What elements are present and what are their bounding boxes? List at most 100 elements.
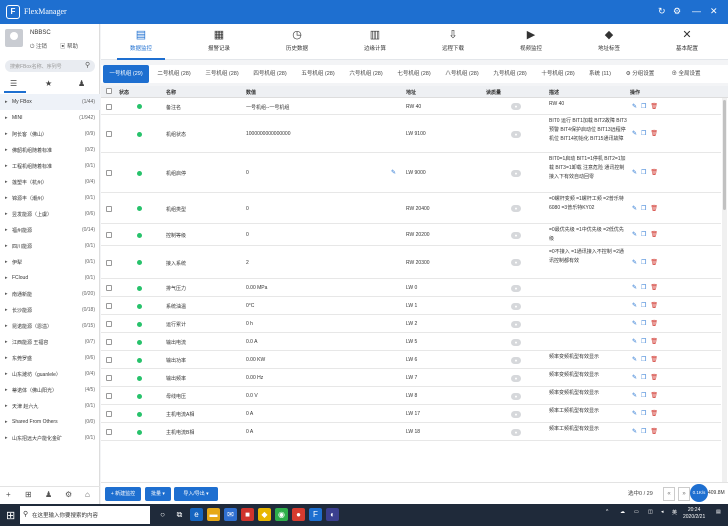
scrollbar-thumb[interactable] (723, 100, 726, 210)
row-checkbox[interactable] (106, 357, 112, 363)
person-icon[interactable]: ♟ (45, 490, 52, 499)
edit-icon[interactable]: ✎ (632, 131, 637, 137)
edit-icon[interactable]: ✎ (632, 357, 637, 363)
expand-icon[interactable]: ▸ (5, 403, 8, 409)
tree-item[interactable]: ▸ 山东招远大户能化金矿 (0/1) (0, 430, 100, 446)
expand-icon[interactable]: ▸ (5, 227, 8, 233)
tree-item[interactable]: ▸ MINI (1/942) (0, 110, 100, 126)
tab-1[interactable]: 二号机组 (28) (151, 65, 197, 83)
delete-icon[interactable]: 🗑 (650, 260, 658, 266)
row-value[interactable]: 一号机组--一号机组 (246, 104, 289, 111)
tab-5[interactable]: 六号机组 (28) (343, 65, 389, 83)
tab-8[interactable]: 九号机组 (28) (487, 65, 533, 83)
prev-page-button[interactable]: « (663, 487, 675, 501)
import-export-button[interactable]: 导入/导出 ▾ (174, 487, 218, 501)
row-checkbox[interactable] (106, 131, 112, 137)
tab-4[interactable]: 五号机组 (28) (295, 65, 341, 83)
edit-icon[interactable]: ✎ (632, 411, 637, 417)
expand-icon[interactable]: ▸ (5, 131, 8, 137)
copy-icon[interactable]: ❐ (641, 206, 646, 212)
remote-download-button[interactable]: ⇩ 远程下载 (423, 26, 483, 58)
table-row[interactable]: 主机电流B相 0 A LW 18 ● 频率工频机型有效显示 ✎ ❐ 🗑 (101, 423, 721, 441)
tree-item[interactable]: ▸ 东莞罗盛 (0/6) (0, 350, 100, 366)
tab-7[interactable]: 八号机组 (28) (439, 65, 485, 83)
row-value[interactable]: 1000000000000000 (246, 131, 291, 137)
table-row[interactable]: 输出电流 0.0 A LW 5 ● ✎ ❐ 🗑 (101, 333, 721, 351)
folder-icon[interactable]: ▬ (207, 508, 220, 521)
user-icon[interactable]: ♟ (78, 79, 85, 88)
delete-icon[interactable]: 🗑 (650, 170, 658, 176)
delete-icon[interactable]: 🗑 (650, 411, 658, 417)
row-checkbox[interactable] (106, 303, 112, 309)
edit-icon[interactable]: ✎ (632, 232, 637, 238)
minimize-icon[interactable]: — (692, 6, 701, 16)
help-link[interactable]: ▣ 帮助 (60, 42, 78, 50)
row-checkbox[interactable] (106, 232, 112, 238)
notification-icon[interactable]: ▤ (716, 509, 721, 515)
expand-icon[interactable]: ▸ (5, 275, 8, 281)
row-checkbox[interactable] (106, 375, 112, 381)
row-checkbox[interactable] (106, 393, 112, 399)
expand-icon[interactable]: ▸ (5, 387, 8, 393)
row-value[interactable]: 0 A (246, 429, 253, 435)
tab-11[interactable]: ⚙ 分组设置 (619, 65, 661, 83)
tree-item[interactable]: ▸ 锦源丰（潮州） (0/1) (0, 190, 100, 206)
batch-button[interactable]: 批量 ▾ (145, 487, 171, 501)
refresh-icon[interactable]: ↻ (658, 6, 666, 16)
expand-icon[interactable]: ▸ (5, 99, 8, 105)
delete-icon[interactable]: 🗑 (650, 206, 658, 212)
table-row[interactable]: 母线电压 0.0 V LW 8 ● 频率变频机型有效显示 ✎ ❐ 🗑 (101, 387, 721, 405)
tree-item[interactable]: ▸ 工程机组随着标准 (0/1) (0, 158, 100, 174)
expand-icon[interactable]: ▸ (5, 163, 8, 169)
tree-item[interactable]: ▸ 天津 赵六九 (0/1) (0, 398, 100, 414)
delete-icon[interactable]: 🗑 (650, 303, 658, 309)
tree-item[interactable]: ▸ 伊犁 (0/1) (0, 254, 100, 270)
row-checkbox[interactable] (106, 429, 112, 435)
edit-icon[interactable]: ✎ (632, 339, 637, 345)
edge-icon[interactable]: e (190, 508, 203, 521)
delete-icon[interactable]: 🗑 (650, 393, 658, 399)
row-checkbox[interactable] (106, 321, 112, 327)
tree-item[interactable]: ▸ 山东潍坊（guanlele） (0/4) (0, 366, 100, 382)
row-checkbox[interactable] (106, 411, 112, 417)
delete-icon[interactable]: 🗑 (650, 357, 658, 363)
tab-3[interactable]: 四号机组 (28) (247, 65, 293, 83)
expand-icon[interactable]: ▸ (5, 323, 8, 329)
chrome-icon[interactable]: ◉ (275, 508, 288, 521)
search-icon[interactable]: ⚲ (85, 61, 90, 69)
expand-icon[interactable]: ▸ (5, 371, 8, 377)
expand-icon[interactable]: ▸ (5, 147, 8, 153)
edit-icon[interactable]: ✎ (632, 429, 637, 435)
delete-icon[interactable]: 🗑 (650, 131, 658, 137)
row-checkbox[interactable] (106, 205, 112, 212)
table-row[interactable]: 备注名 一号机组--一号机组 RW 40 ● RW 40 ✎ ❐ 🗑 (101, 98, 721, 115)
tray-arrow-icon[interactable]: ^ (606, 509, 608, 515)
tab-12[interactable]: ⊕ 全局设置 (663, 65, 709, 83)
expand-icon[interactable]: ▸ (5, 179, 8, 185)
grid-icon[interactable]: ⊞ (25, 490, 32, 499)
edit-icon[interactable]: ✎ (632, 260, 637, 266)
row-value[interactable]: 0.00 Hz (246, 375, 263, 381)
copy-icon[interactable]: ❐ (641, 170, 646, 176)
address-tags-button[interactable]: ◆ 地址标签 (579, 26, 639, 58)
tree-item[interactable]: ▸ 福州能源 (0/14) (0, 222, 100, 238)
expand-icon[interactable]: ▸ (5, 211, 8, 217)
tree-item[interactable]: ▸ Shared From Others (0/0) (0, 414, 100, 430)
tree-item[interactable]: ▸ FCloud (0/1) (0, 270, 100, 286)
edit-icon[interactable]: ✎ (632, 375, 637, 381)
star-icon[interactable]: ★ (45, 79, 52, 88)
windows-start-icon[interactable]: ⊞ (6, 509, 15, 522)
network-speed-badge[interactable]: 0.1K/s (690, 484, 708, 502)
tree-item[interactable]: ▸ My FBox (1/44) (0, 94, 100, 110)
row-value[interactable]: 0.0 V (246, 393, 258, 399)
table-row[interactable]: 排气压力 0.00 MPa LW 0 ● ✎ ❐ 🗑 (101, 279, 721, 297)
delete-icon[interactable]: 🗑 (650, 285, 658, 291)
table-row[interactable]: 主机电流A相 0 A LW 17 ● 频率工频机型有效显示 ✎ ❐ 🗑 (101, 405, 721, 423)
table-row[interactable]: 输出频率 0.00 Hz LW 7 ● 频率变频机型有效显示 ✎ ❐ 🗑 (101, 369, 721, 387)
row-checkbox[interactable] (106, 285, 112, 291)
copy-icon[interactable]: ❐ (641, 131, 646, 137)
flexmanager-taskbar-icon[interactable]: F (309, 508, 322, 521)
tree-item[interactable]: ▸ 四川能源 (0/1) (0, 238, 100, 254)
copy-icon[interactable]: ❐ (641, 339, 646, 345)
copy-icon[interactable]: ❐ (641, 285, 646, 291)
